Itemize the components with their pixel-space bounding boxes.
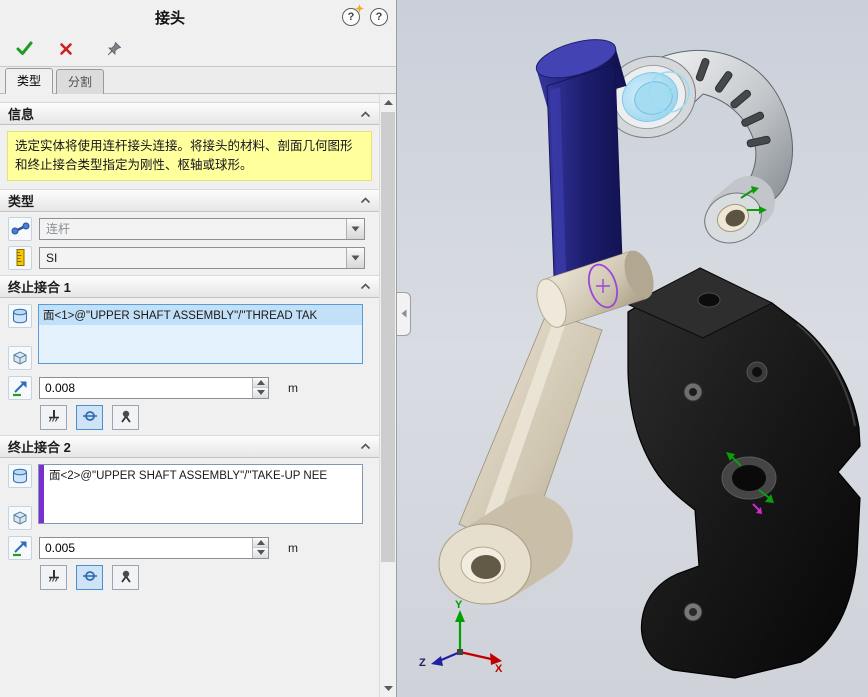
joint1-section-header[interactable]: 终止接合 1: [0, 275, 379, 298]
solidworks-window: 接头 ? ?: [0, 0, 868, 697]
panel-scrollbar[interactable]: [379, 94, 396, 697]
tab-split-label: 分割: [68, 75, 92, 89]
joint1-selection-item[interactable]: 面<1>@"UPPER SHAFT ASSEMBLY"/"THREAD TAK: [39, 305, 362, 325]
joint2-unit-label: m: [288, 541, 298, 555]
type-section: 类型 连杆: [0, 189, 379, 270]
joint1-selection-box[interactable]: 面<1>@"UPPER SHAFT ASSEMBLY"/"THREAD TAK: [38, 304, 363, 364]
units-value: SI: [46, 251, 346, 265]
joint1-decrement-button[interactable]: [253, 387, 268, 398]
joint-preview-icon: [8, 506, 32, 530]
joint1-length-input[interactable]: [40, 378, 252, 398]
scroll-up-button[interactable]: [380, 94, 396, 111]
rigid-joint-button[interactable]: [40, 565, 67, 590]
rigid-icon: [46, 408, 62, 427]
joint1-length-spinners: [252, 378, 268, 398]
joint2-decrement-button[interactable]: [253, 547, 268, 558]
check-icon: [16, 41, 33, 59]
joint1-section: 终止接合 1: [0, 275, 379, 430]
whats-new-glyph: ?: [348, 11, 355, 23]
pivot-joint-button[interactable]: [76, 405, 103, 430]
pivot-joint-button[interactable]: [76, 565, 103, 590]
length-icon: [8, 536, 32, 560]
joint2-length-spinners: [252, 538, 268, 558]
joint2-section-header[interactable]: 终止接合 2: [0, 435, 379, 458]
scroll-down-button[interactable]: [380, 680, 396, 697]
connector-type-value: 连杆: [46, 220, 346, 237]
panel-body: 信息 选定实体将使用连杆接头连接。将接头的材料、剖面几何图形和终止接合类型指定为…: [0, 94, 396, 697]
length-icon: [8, 376, 32, 400]
scrollbar-thumb[interactable]: [381, 112, 395, 562]
chevron-up-icon: [360, 279, 371, 293]
joint2-length-input[interactable]: [40, 538, 252, 558]
help-icon[interactable]: ?: [370, 8, 388, 26]
graphics-viewport[interactable]: Y X Z: [397, 0, 868, 697]
ok-button[interactable]: [12, 38, 36, 62]
3d-scene: Y X Z: [397, 0, 868, 697]
joint2-section-title: 终止接合 2: [8, 437, 360, 456]
pin-icon: [106, 41, 122, 60]
help-glyph: ?: [376, 11, 383, 23]
triad-x-label: X: [495, 663, 503, 675]
spherical-icon: [118, 408, 134, 427]
chevron-down-icon: [346, 248, 364, 268]
star-icon: [355, 4, 364, 16]
info-section-header[interactable]: 信息: [0, 102, 379, 125]
link-eye-hole[interactable]: [471, 555, 501, 579]
connector-type-dropdown[interactable]: 连杆: [39, 218, 365, 240]
joint2-selection-box[interactable]: 面<2>@"UPPER SHAFT ASSEMBLY"/"TAKE-UP NEE: [38, 464, 363, 524]
close-icon: [59, 42, 73, 59]
chevron-up-icon: [360, 193, 371, 207]
connector-type-icon: [8, 217, 32, 241]
panel-collapse-handle[interactable]: [397, 292, 411, 336]
rigid-joint-button[interactable]: [40, 405, 67, 430]
joint-preview-icon: [8, 346, 32, 370]
joint2-increment-button[interactable]: [253, 538, 268, 548]
joint1-unit-label: m: [288, 381, 298, 395]
face-selection-icon: [8, 464, 32, 488]
type-section-header[interactable]: 类型: [0, 189, 379, 212]
type-section-title: 类型: [8, 191, 360, 210]
units-icon: [8, 246, 32, 270]
tab-type-label: 类型: [17, 74, 41, 88]
panel-title: 接头: [8, 7, 332, 28]
cancel-button[interactable]: [54, 38, 78, 62]
spherical-joint-button[interactable]: [112, 405, 139, 430]
panel-action-bar: [0, 34, 396, 67]
chevron-down-icon: [346, 219, 364, 239]
chevron-left-icon: [401, 307, 407, 321]
spherical-joint-button[interactable]: [112, 565, 139, 590]
scrollbar-track[interactable]: [380, 111, 396, 680]
pivot-icon: [82, 408, 98, 427]
tab-split[interactable]: 分割: [56, 69, 104, 94]
chevron-up-icon: [360, 107, 371, 121]
triad-y-label: Y: [455, 599, 463, 611]
rigid-icon: [46, 568, 62, 587]
joint2-selection-item[interactable]: 面<2>@"UPPER SHAFT ASSEMBLY"/"TAKE-UP NEE: [45, 465, 362, 485]
panel-titlebar: 接头 ? ?: [0, 0, 396, 34]
units-dropdown[interactable]: SI: [39, 247, 365, 269]
info-message: 选定实体将使用连杆接头连接。将接头的材料、剖面几何图形和终止接合类型指定为刚性、…: [7, 131, 372, 181]
property-manager-panel: 接头 ? ?: [0, 0, 397, 697]
info-section-title: 信息: [8, 104, 360, 123]
info-section: 信息 选定实体将使用连杆接头连接。将接头的材料、剖面几何图形和终止接合类型指定为…: [0, 102, 379, 181]
panel-content: 信息 选定实体将使用连杆接头连接。将接头的材料、剖面几何图形和终止接合类型指定为…: [0, 94, 379, 697]
triad-z-label: Z: [419, 657, 426, 669]
face-selection-icon: [8, 304, 32, 328]
joint1-section-title: 终止接合 1: [8, 277, 360, 296]
pin-button[interactable]: [102, 38, 126, 62]
joint1-length-field[interactable]: [39, 377, 269, 399]
tab-type[interactable]: 类型: [5, 68, 53, 94]
chevron-up-icon: [360, 439, 371, 453]
joint2-section: 终止接合 2: [0, 435, 379, 590]
panel-tabs: 类型 分割: [0, 67, 396, 94]
joint1-increment-button[interactable]: [253, 378, 268, 388]
joint2-color-swatch: [39, 465, 44, 523]
pivot-icon: [82, 568, 98, 587]
whats-new-help-icon[interactable]: ?: [342, 8, 360, 26]
joint2-length-field[interactable]: [39, 537, 269, 559]
spherical-icon: [118, 568, 134, 587]
